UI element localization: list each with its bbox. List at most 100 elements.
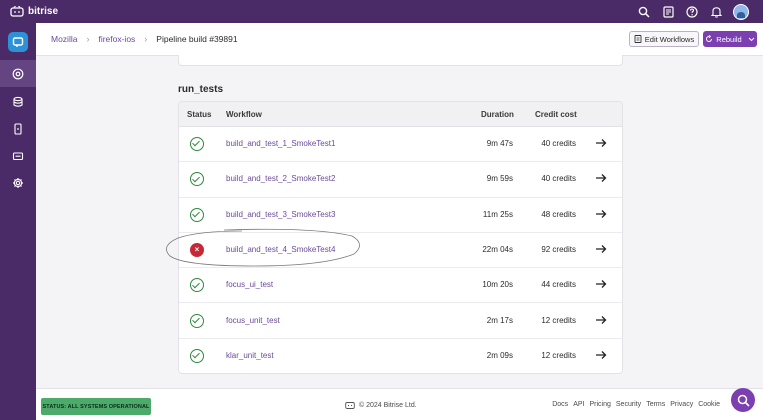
duration: 9m 47s (486, 139, 513, 148)
credits: 92 credits (541, 244, 576, 254)
footer-link-security[interactable]: Security (616, 401, 641, 408)
refresh-icon (706, 35, 713, 42)
arrow-right-icon[interactable] (595, 138, 607, 148)
edit-workflows-label: Edit Workflows (644, 34, 695, 44)
credits: 40 credits (541, 174, 576, 184)
sidebar-item-builds[interactable] (0, 60, 36, 87)
footer-link-docs[interactable]: Docs (552, 401, 568, 408)
sidebar-item-database[interactable] (0, 88, 36, 115)
document-icon[interactable] (661, 5, 675, 19)
breadcrumb-firefox-ios[interactable]: firefox-ios (98, 34, 135, 44)
credits: 12 credits (541, 315, 576, 325)
chevron-right-icon: › (144, 34, 148, 44)
footer-link-pricing[interactable]: Pricing (589, 401, 610, 408)
credits: 44 credits (541, 280, 576, 290)
workflow-link[interactable]: build_and_test_3_SmokeTest3 (226, 210, 335, 219)
table-row[interactable]: build_and_test_3_SmokeTest3 11m 25s 48 c… (179, 198, 622, 233)
footer-link-cookie[interactable]: Cookie (698, 401, 720, 408)
duration: 10m 20s (482, 280, 513, 290)
success-icon (190, 348, 204, 363)
arrow-right-icon[interactable] (595, 279, 607, 289)
workflow-link[interactable]: focus_ui_test (226, 280, 273, 289)
help-icon[interactable] (685, 5, 699, 19)
credits: 48 credits (541, 209, 576, 219)
duration: 2m 09s (486, 350, 513, 360)
previous-stage-card (178, 55, 623, 66)
header-workflow: Workflow (226, 110, 262, 119)
chevron-down-icon (748, 37, 755, 41)
chevron-right-icon: › (86, 34, 90, 44)
settings-icon (13, 177, 23, 188)
arrow-right-icon[interactable] (595, 173, 607, 183)
rebuild-button[interactable]: Rebuild (703, 31, 757, 47)
table-row[interactable]: build_and_test_1_SmokeTest1 9m 47s 40 cr… (179, 127, 622, 163)
table-row[interactable]: focus_ui_test 10m 20s 44 credits (179, 268, 622, 304)
success-icon (190, 207, 204, 222)
header-status: Status (187, 110, 212, 119)
workflow-link[interactable]: build_and_test_2_SmokeTest2 (226, 174, 335, 183)
duration: 11m 25s (482, 209, 513, 219)
footer-links: Docs API Pricing Security Terms Privacy … (552, 401, 720, 408)
workspace-logo-icon[interactable] (8, 32, 28, 52)
workflow-link[interactable]: klar_unit_test (226, 351, 274, 360)
breadcrumb-current: Pipeline build #39891 (156, 34, 238, 44)
failed-icon: × (190, 242, 204, 257)
table-header: Status Workflow Duration Credit cost (179, 102, 622, 127)
brand-logo[interactable]: bitrise (10, 6, 58, 17)
footer-link-terms[interactable]: Terms (646, 401, 665, 408)
duration: 2m 17s (486, 315, 513, 325)
brand-name: bitrise (28, 6, 59, 17)
workflow-link[interactable]: build_and_test_1_SmokeTest1 (226, 139, 335, 148)
table-row[interactable]: klar_unit_test 2m 09s 12 credits (179, 339, 622, 373)
table-row[interactable]: focus_unit_test 2m 17s 12 credits (179, 304, 622, 339)
arrow-right-icon[interactable] (595, 244, 607, 254)
chat-search-button[interactable] (731, 388, 755, 412)
document-icon (634, 35, 642, 43)
header-credit-cost: Credit cost (535, 110, 577, 119)
footer-link-privacy[interactable]: Privacy (670, 401, 693, 408)
breadcrumb-mozilla[interactable]: Mozilla (51, 34, 77, 44)
top-bar: bitrise (0, 0, 763, 23)
success-icon (190, 172, 204, 187)
builds-icon (12, 68, 24, 79)
footer-link-api[interactable]: API (573, 401, 584, 408)
header-duration: Duration (481, 110, 514, 119)
arrow-right-icon[interactable] (595, 350, 607, 360)
table-row[interactable]: build_and_test_2_SmokeTest2 9m 59s 40 cr… (179, 162, 622, 198)
bitrise-logo-icon (10, 6, 24, 17)
credits: 12 credits (541, 350, 576, 360)
avatar[interactable] (733, 3, 749, 20)
sidebar (0, 23, 36, 420)
bitrise-logo-icon (345, 402, 355, 409)
success-icon (190, 137, 204, 151)
database-icon (13, 96, 23, 107)
table-row[interactable]: × build_and_test_4_SmokeTest4 22m 04s 92… (179, 233, 622, 269)
system-status-badge[interactable]: STATUS: ALL SYSTEMS OPERATIONAL (41, 398, 151, 415)
success-icon (190, 313, 204, 328)
sidebar-item-devices[interactable] (0, 115, 36, 142)
release-icon (12, 151, 24, 160)
workflow-link[interactable]: build_and_test_4_SmokeTest4 (226, 245, 335, 254)
stage-title: run_tests (178, 84, 224, 95)
sidebar-item-settings[interactable] (0, 169, 36, 196)
breadcrumb: Mozilla › firefox-ios › Pipeline build #… (51, 34, 238, 44)
search-icon (737, 394, 750, 407)
duration: 22m 04s (482, 244, 513, 254)
footer: STATUS: ALL SYSTEMS OPERATIONAL © 2024 B… (36, 388, 763, 420)
search-icon[interactable] (637, 5, 651, 19)
credits: 40 credits (541, 139, 576, 148)
rebuild-label: Rebuild (716, 34, 742, 44)
page-header: Mozilla › firefox-ios › Pipeline build #… (36, 23, 763, 56)
bell-icon[interactable] (709, 5, 723, 19)
device-icon (14, 122, 22, 135)
edit-workflows-button[interactable]: Edit Workflows (629, 31, 699, 47)
workflow-table: Status Workflow Duration Credit cost bui… (178, 101, 623, 374)
duration: 9m 59s (486, 174, 513, 184)
copyright-text: © 2024 Bitrise Ltd. (359, 401, 417, 409)
copyright: © 2024 Bitrise Ltd. (345, 401, 417, 409)
sidebar-item-releases[interactable] (0, 142, 36, 169)
arrow-right-icon[interactable] (595, 315, 607, 325)
arrow-right-icon[interactable] (595, 209, 607, 219)
workflow-link[interactable]: focus_unit_test (226, 316, 280, 325)
success-icon (190, 278, 204, 293)
